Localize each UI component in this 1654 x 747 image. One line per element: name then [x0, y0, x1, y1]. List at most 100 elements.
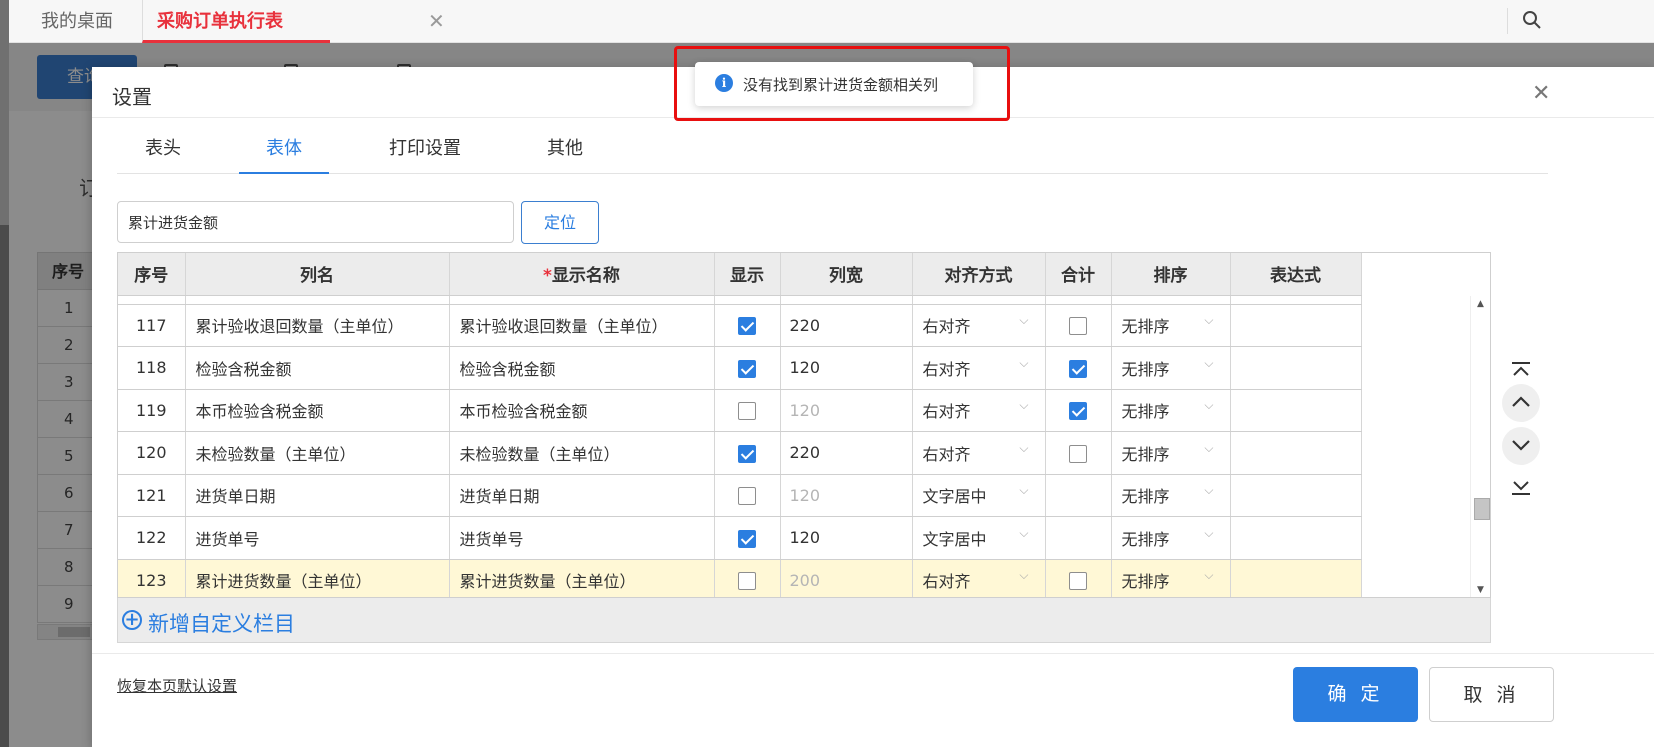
align-dropdown[interactable]: 右对齐 ⌵ [923, 398, 1035, 422]
row-expression[interactable] [1230, 389, 1362, 432]
row-column-name: 累计进货数量（主单位） [185, 559, 450, 597]
row-expression[interactable] [1230, 346, 1362, 390]
restore-defaults-link[interactable]: 恢复本页默认设置 [117, 675, 237, 696]
move-up-icon[interactable] [1502, 384, 1540, 422]
row-sort-cell: 无排序 ⌵ [1111, 474, 1231, 517]
sort-value: 无排序 [1121, 402, 1170, 422]
column-header-name: 列名 [185, 253, 450, 296]
chevron-down-icon: ⌵ [1204, 568, 1214, 583]
table-header: 序号 列名 *显示名称 显示 列宽 对齐方式 合计 排序 表达式 [118, 253, 1362, 296]
row-seq: 118 [118, 346, 186, 390]
vertical-scrollbar[interactable]: ▲ ▼ [1470, 296, 1490, 597]
align-dropdown[interactable]: 右对齐 ⌵ [923, 313, 1035, 337]
table-row-partial [118, 296, 1362, 305]
row-column-name: 进货单日期 [185, 474, 450, 517]
show-checkbox[interactable] [738, 317, 756, 335]
sum-checkbox[interactable] [1069, 317, 1087, 335]
row-expression[interactable] [1230, 304, 1362, 347]
tab-desk[interactable]: 我的桌面 [41, 0, 113, 43]
table-row[interactable]: 118 检验含税金额 检验含税金额 120 右对齐 ⌵ 无排序 ⌵ [118, 346, 1362, 390]
row-expression[interactable] [1230, 474, 1362, 517]
annotation-highlight-box [674, 46, 1010, 121]
row-expression[interactable] [1230, 431, 1362, 475]
row-display-name[interactable]: 进货单日期 [449, 474, 715, 517]
show-checkbox[interactable] [738, 572, 756, 590]
row-width[interactable]: 120 [780, 516, 913, 560]
row-align-cell: 右对齐 ⌵ [912, 304, 1046, 347]
align-dropdown[interactable]: 右对齐 ⌵ [923, 441, 1035, 465]
column-search-input[interactable] [117, 201, 514, 243]
required-mark: * [543, 266, 552, 287]
sort-dropdown[interactable]: 无排序 ⌵ [1122, 568, 1220, 592]
row-width: 200 [780, 559, 913, 597]
cancel-button[interactable]: 取 消 [1429, 667, 1554, 722]
table-row[interactable]: 119 本币检验含税金额 本币检验含税金额 120 右对齐 ⌵ 无排序 ⌵ [118, 389, 1362, 432]
scroll-up-arrow-icon[interactable]: ▲ [1477, 299, 1484, 309]
sort-dropdown[interactable]: 无排序 ⌵ [1122, 526, 1220, 550]
align-dropdown[interactable]: 右对齐 ⌵ [923, 568, 1035, 592]
row-align-cell: 右对齐 ⌵ [912, 559, 1046, 597]
row-show-cell [714, 559, 781, 597]
row-width[interactable]: 120 [780, 346, 913, 390]
chevron-down-icon: ⌵ [1204, 525, 1214, 540]
table-row[interactable]: 121 进货单日期 进货单日期 120 文字居中 ⌵ 无排序 ⌵ [118, 474, 1362, 517]
sort-value: 无排序 [1121, 529, 1170, 549]
align-dropdown[interactable]: 文字居中 ⌵ [923, 526, 1035, 550]
show-checkbox[interactable] [738, 359, 756, 378]
scrollbar-thumb[interactable] [1474, 498, 1490, 520]
search-icon[interactable] [1522, 10, 1542, 30]
table-row[interactable]: 122 进货单号 进货单号 120 文字居中 ⌵ 无排序 ⌵ [118, 516, 1362, 560]
settings-tabs: 表头 表体 打印设置 其他 [117, 118, 1548, 174]
sort-dropdown[interactable]: 无排序 ⌵ [1122, 483, 1220, 507]
tab-close-icon[interactable]: ✕ [428, 0, 445, 43]
left-edge [0, 0, 9, 747]
row-display-name[interactable]: 进货单号 [449, 516, 715, 560]
row-width[interactable]: 220 [780, 304, 913, 347]
confirm-button[interactable]: 确 定 [1293, 667, 1418, 722]
locate-button[interactable]: 定位 [521, 201, 599, 244]
add-custom-column-link[interactable]: 新增自定义栏目 [148, 608, 295, 638]
chevron-down-icon: ⌵ [1019, 568, 1029, 583]
row-sum-cell [1045, 304, 1112, 347]
chevron-down-icon: ⌵ [1019, 525, 1029, 540]
scroll-down-arrow-icon[interactable]: ▼ [1477, 585, 1484, 595]
show-checkbox[interactable] [738, 487, 756, 505]
table-row[interactable]: 117 累计验收退回数量（主单位） 累计验收退回数量（主单位） 220 右对齐 ⌵ 无排序 ⌵ [118, 304, 1362, 347]
table-row[interactable]: 120 未检验数量（主单位） 未检验数量（主单位） 220 右对齐 ⌵ 无排序 ⌵ [118, 431, 1362, 475]
row-display-name[interactable]: 检验含税金额 [449, 346, 715, 390]
sum-checkbox[interactable] [1069, 402, 1087, 420]
tab-header[interactable]: 表头 [117, 118, 209, 174]
add-custom-column-row[interactable]: + 新增自定义栏目 [117, 598, 1491, 643]
sum-checkbox[interactable] [1069, 444, 1087, 463]
tab-purchase-order-report[interactable]: 采购订单执行表 ✕ [142, 0, 445, 43]
row-width[interactable]: 220 [780, 431, 913, 475]
chevron-down-icon: ⌵ [1204, 313, 1214, 328]
row-display-name[interactable]: 未检验数量（主单位） [449, 431, 715, 475]
sum-checkbox[interactable] [1069, 359, 1087, 378]
row-display-name[interactable]: 累计进货数量（主单位） [449, 559, 715, 597]
tab-print-settings[interactable]: 打印设置 [367, 118, 483, 174]
show-checkbox[interactable] [738, 402, 756, 420]
sort-dropdown[interactable]: 无排序 ⌵ [1122, 313, 1220, 337]
row-display-name[interactable]: 本币检验含税金额 [449, 389, 715, 432]
move-down-icon[interactable] [1502, 427, 1540, 465]
close-icon[interactable]: ✕ [1532, 81, 1550, 106]
sort-dropdown[interactable]: 无排序 ⌵ [1122, 356, 1220, 380]
add-circle-icon[interactable]: + [122, 610, 142, 630]
tab-other[interactable]: 其他 [517, 118, 613, 174]
row-expression[interactable] [1230, 559, 1362, 597]
align-dropdown[interactable]: 右对齐 ⌵ [923, 356, 1035, 380]
sort-dropdown[interactable]: 无排序 ⌵ [1122, 398, 1220, 422]
align-dropdown[interactable]: 文字居中 ⌵ [923, 483, 1035, 507]
show-checkbox[interactable] [738, 529, 756, 548]
sort-dropdown[interactable]: 无排序 ⌵ [1122, 441, 1220, 465]
tab-body[interactable]: 表体 [239, 118, 329, 174]
table-row[interactable]: 123 累计进货数量（主单位） 累计进货数量（主单位） 200 右对齐 ⌵ 无排序 ⌵ [118, 559, 1362, 597]
row-align-cell: 右对齐 ⌵ [912, 346, 1046, 390]
row-expression[interactable] [1230, 516, 1362, 560]
move-bottom-icon[interactable] [1502, 470, 1540, 508]
sum-checkbox[interactable] [1069, 572, 1087, 590]
row-display-name[interactable]: 累计验收退回数量（主单位） [449, 304, 715, 347]
row-column-name: 进货单号 [185, 516, 450, 560]
show-checkbox[interactable] [738, 444, 756, 463]
